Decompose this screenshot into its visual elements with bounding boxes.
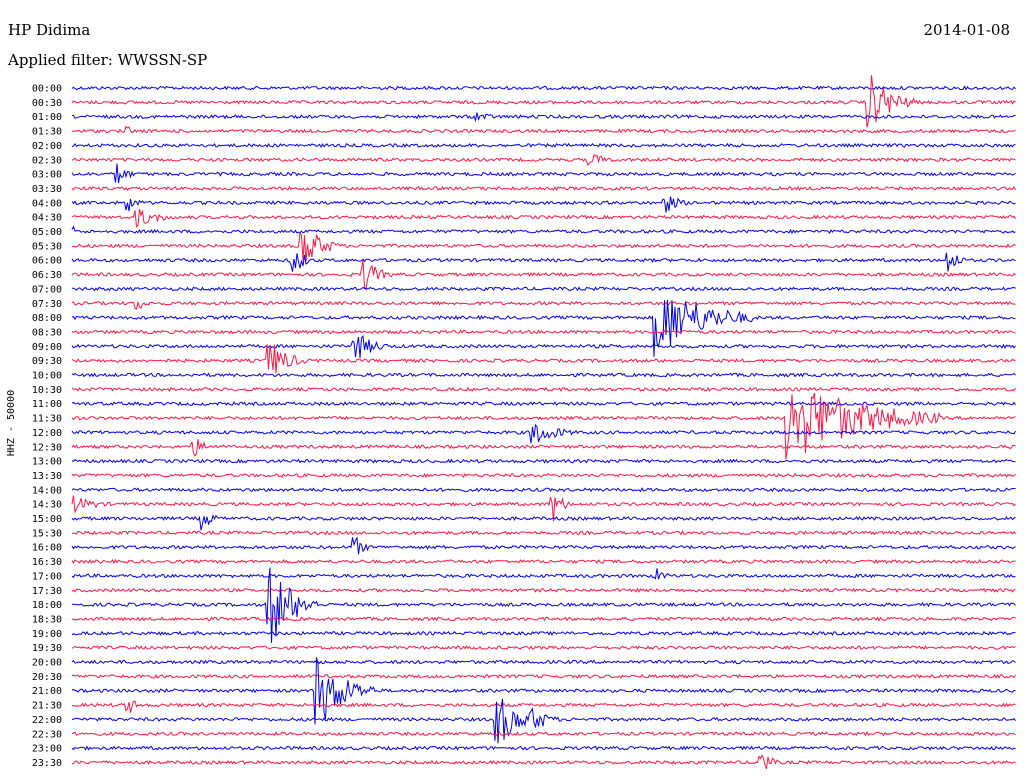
- time-tick-label: 21:30: [32, 701, 62, 712]
- time-tick-label: 23:00: [32, 744, 62, 755]
- time-tick-label: 02:00: [32, 141, 62, 152]
- trace-row-1600: [71, 536, 1016, 555]
- time-tick-label: 08:30: [32, 327, 62, 338]
- time-tick-label: 12:00: [32, 428, 62, 439]
- time-tick-label: 10:00: [32, 371, 62, 382]
- trace-row-1400: [71, 487, 1016, 493]
- trace-row-2300: [71, 745, 1016, 751]
- time-tick-label: 04:30: [32, 213, 62, 224]
- time-tick-label: 20:30: [32, 672, 62, 683]
- trace-row-0830: [71, 329, 1016, 335]
- trace-row-2030: [71, 673, 1016, 679]
- time-tick-label: 15:30: [32, 528, 62, 539]
- trace-row-0630: [71, 260, 1016, 292]
- trace-row-1000: [71, 372, 1016, 378]
- time-tick-label: 05:00: [32, 227, 62, 238]
- time-tick-label: 13:30: [32, 471, 62, 482]
- trace-row-0230: [71, 153, 1016, 167]
- time-tick-label: 10:30: [32, 385, 62, 396]
- time-tick-label: 11:30: [32, 414, 62, 425]
- trace-row-0530: [71, 230, 1016, 262]
- time-tick-label: 00:30: [32, 98, 62, 109]
- trace-row-0400: [71, 196, 1016, 213]
- trace-row-1800: [71, 567, 1016, 643]
- trace-row-2230: [71, 731, 1016, 737]
- trace-row-0500: [71, 225, 1016, 235]
- trace-row-2330: [72, 754, 1016, 769]
- trace-row-1300: [71, 458, 1016, 464]
- trace-row-0900: [71, 334, 1016, 359]
- seismic-traces: [71, 75, 1016, 769]
- time-tick-label: 19:30: [32, 643, 62, 654]
- trace-row-0130: [71, 125, 1016, 134]
- time-tick-label: 15:00: [32, 514, 62, 525]
- trace-row-1230: [71, 439, 1016, 457]
- trace-row-0000: [71, 85, 1016, 91]
- trace-row-0030: [71, 75, 1016, 128]
- time-tick-label: 17:30: [32, 586, 62, 597]
- time-tick-label: 09:00: [32, 342, 62, 353]
- time-tick-label: 16:30: [32, 557, 62, 568]
- trace-row-0800: [71, 299, 1016, 357]
- trace-row-0600: [71, 252, 1016, 272]
- time-tick-label: 20:00: [32, 658, 62, 669]
- trace-row-0430: [71, 208, 1016, 228]
- time-tick-label: 22:00: [32, 715, 62, 726]
- trace-row-2100: [71, 657, 1016, 725]
- time-tick-label: 00:00: [32, 84, 62, 95]
- time-tick-label: 18:30: [32, 614, 62, 625]
- trace-row-1930: [71, 645, 1016, 651]
- trace-row-1700: [71, 568, 1016, 580]
- time-tick-label: 02:30: [32, 155, 62, 166]
- trace-row-1830: [71, 616, 1016, 622]
- trace-row-2000: [71, 659, 1016, 665]
- time-tick-label: 23:30: [32, 758, 62, 769]
- helicorder-plot: 00:00 00:30 01:00 01:30 02:00 02:30 03:00 03:30…: [6, 75, 1016, 769]
- trace-row-0300: [71, 163, 1016, 184]
- trace-row-0100: [71, 112, 1016, 123]
- time-tick-label: 17:00: [32, 571, 62, 582]
- trace-row-1900: [71, 630, 1016, 637]
- time-tick-label: 05:30: [32, 241, 62, 252]
- trace-row-0200: [71, 142, 1016, 148]
- time-tick-label: 08:00: [32, 313, 62, 324]
- time-tick-label: 19:00: [32, 629, 62, 640]
- time-tick-label: 21:00: [32, 686, 62, 697]
- time-tick-label: 03:00: [32, 170, 62, 181]
- time-tick-label: 14:00: [32, 485, 62, 496]
- time-tick-label: 09:30: [32, 356, 62, 367]
- trace-row-0700: [72, 286, 1016, 292]
- time-tick-labels: 00:00 00:30 01:00 01:30 02:00 02:30 03:00 03:30…: [32, 84, 62, 769]
- time-tick-label: 04:00: [32, 198, 62, 209]
- trace-row-1630: [71, 558, 1016, 565]
- trace-row-1330: [71, 472, 1016, 479]
- trace-row-1030: [71, 386, 1016, 393]
- time-tick-label: 16:00: [32, 543, 62, 554]
- time-tick-label: 03:30: [32, 184, 62, 195]
- trace-row-0730: [71, 300, 1016, 310]
- time-tick-label: 07:30: [32, 299, 62, 310]
- trace-row-0930: [71, 344, 1016, 374]
- time-tick-label: 11:00: [32, 399, 62, 410]
- time-tick-label: 12:30: [32, 442, 62, 453]
- y-axis-label: HHZ - 50000: [6, 390, 17, 456]
- trace-row-1730: [71, 587, 1016, 593]
- time-tick-label: 01:30: [32, 127, 62, 138]
- trace-row-1200: [71, 423, 1016, 444]
- time-tick-label: 14:30: [32, 500, 62, 511]
- time-tick-label: 18:00: [32, 600, 62, 611]
- time-tick-label: 07:00: [32, 284, 62, 295]
- trace-row-0330: [71, 185, 1016, 192]
- time-tick-label: 22:30: [32, 729, 62, 740]
- trace-row-1530: [72, 530, 1016, 536]
- time-tick-label: 01:00: [32, 112, 62, 123]
- time-tick-label: 13:00: [32, 457, 62, 468]
- trace-row-1500: [71, 514, 1016, 531]
- time-tick-label: 06:30: [32, 270, 62, 281]
- time-tick-label: 06:00: [32, 256, 62, 267]
- trace-row-2130: [71, 700, 1016, 713]
- trace-row-1100: [71, 401, 1016, 407]
